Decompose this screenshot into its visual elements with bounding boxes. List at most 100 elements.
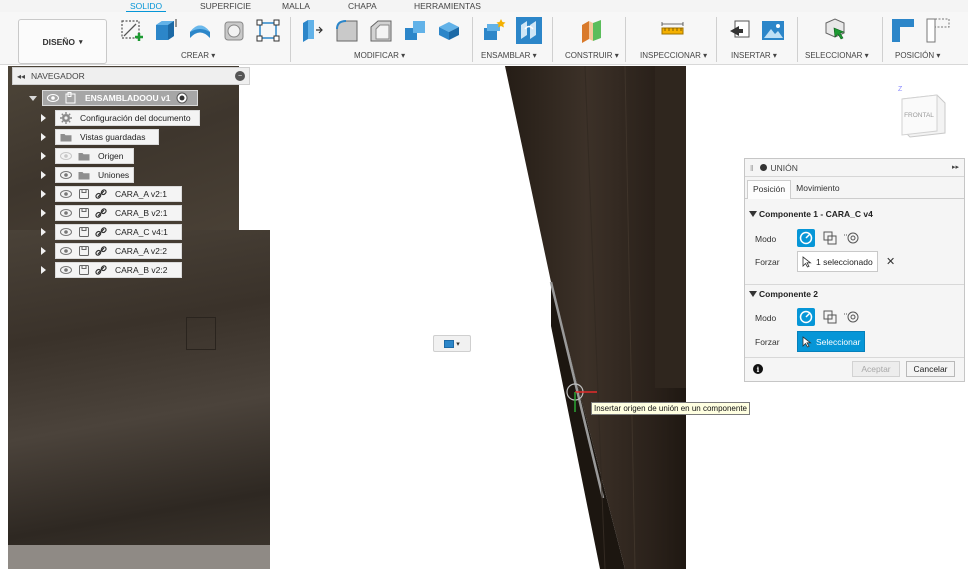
mode-simple-icon[interactable] — [797, 308, 815, 326]
create-sketch-icon[interactable] — [119, 17, 145, 44]
insert-image-icon[interactable] — [760, 17, 786, 44]
folder-icon — [60, 134, 72, 142]
viewcube[interactable]: FRONTAL Z — [897, 85, 947, 140]
visibility-eye-icon[interactable] — [60, 228, 72, 236]
expand-chevron-icon[interactable] — [41, 152, 46, 160]
collapse-icon[interactable]: ◂◂ — [17, 72, 25, 81]
visibility-eye-icon[interactable] — [60, 209, 72, 217]
clear-selection-icon[interactable]: ✕ — [886, 255, 895, 268]
activate-radio-icon[interactable] — [176, 92, 188, 104]
drag-handle-icon[interactable]: ‖ — [750, 163, 754, 173]
mode-center-icon[interactable] — [843, 308, 861, 326]
group-construir[interactable]: CONSTRUIR ▾ — [565, 51, 619, 60]
chamfer-icon[interactable] — [368, 17, 394, 44]
model-body-right[interactable] — [505, 66, 686, 569]
tab-posicion[interactable]: Posición — [747, 180, 792, 199]
model-body-left[interactable] — [8, 230, 270, 569]
component-1-selection[interactable]: 1 seleccionado — [797, 251, 878, 272]
new-component-icon[interactable] — [481, 17, 507, 44]
tab-chapa[interactable]: CHAPA — [348, 1, 377, 11]
divider — [290, 17, 291, 62]
browser-item[interactable]: Uniones — [55, 167, 134, 183]
visibility-eye-icon[interactable] — [47, 94, 59, 102]
model-body-left-base[interactable] — [8, 545, 270, 569]
move-copy-icon[interactable] — [436, 17, 462, 44]
component-icon — [79, 227, 89, 237]
shell-icon[interactable] — [221, 17, 247, 44]
visibility-eye-icon[interactable] — [60, 152, 72, 160]
tooltip: Insertar origen de unión en un component… — [591, 402, 750, 415]
browser-item-label: CARA_B v2:1 — [115, 208, 168, 218]
group-posicion[interactable]: POSICIÓN ▾ — [895, 51, 940, 60]
group-seleccionar[interactable]: SELECCIONAR ▾ — [805, 51, 869, 60]
force-label: Forzar — [755, 257, 780, 267]
browser-root-label: ENSAMBLADOOU v1 — [85, 93, 171, 103]
insert-derive-icon[interactable] — [727, 17, 753, 44]
group-ensamblar[interactable]: ENSAMBLAR ▾ — [481, 51, 537, 60]
revert-position-icon[interactable] — [925, 17, 951, 44]
expand-chevron-icon[interactable] — [41, 228, 46, 236]
ok-button[interactable]: Aceptar — [852, 361, 900, 377]
tab-movimiento[interactable]: Movimiento — [791, 180, 844, 199]
expand-chevron-icon[interactable] — [41, 266, 46, 274]
dialog-status-icon — [759, 164, 767, 171]
tab-herramientas[interactable]: HERRAMIENTAS — [414, 1, 481, 11]
expand-chevron-icon[interactable] — [41, 133, 46, 141]
visibility-eye-icon[interactable] — [60, 171, 72, 179]
press-pull-icon[interactable] — [299, 17, 325, 44]
mode-between-icon[interactable] — [821, 308, 839, 326]
info-icon[interactable]: i — [753, 364, 763, 374]
browser-item[interactable]: CARA_A v2:2 — [55, 243, 182, 259]
measure-icon[interactable] — [659, 17, 685, 44]
rectangle-pattern-icon[interactable] — [255, 17, 281, 44]
workspace-label: DISEÑO — [42, 36, 76, 47]
group-insertar[interactable]: INSERTAR ▾ — [731, 51, 777, 60]
expand-chevron-icon[interactable] — [41, 209, 46, 217]
visibility-eye-icon[interactable] — [60, 247, 72, 255]
construction-plane-icon[interactable] — [579, 17, 605, 44]
section-collapse-icon[interactable] — [749, 211, 757, 217]
component-2-selection-text: Seleccionar — [816, 336, 861, 347]
joint-icon[interactable] — [516, 17, 542, 44]
visibility-eye-icon[interactable] — [60, 190, 72, 198]
browser-item[interactable]: Vistas guardadas — [55, 129, 159, 145]
expand-chevron-icon[interactable] — [29, 96, 37, 101]
browser-item[interactable]: CARA_C v4:1 — [55, 224, 182, 240]
display-settings-mini-toolbar[interactable]: ▾ — [433, 335, 471, 352]
expand-chevron-icon[interactable] — [41, 171, 46, 179]
expand-chevron-icon[interactable] — [41, 114, 46, 122]
section-collapse-icon[interactable] — [749, 291, 757, 297]
workspace-switcher-button[interactable]: DISEÑO ▾ — [18, 19, 107, 64]
extrude-icon[interactable] — [152, 17, 178, 44]
component-1-title: Componente 1 - CARA_C v4 — [759, 209, 873, 219]
select-icon[interactable] — [822, 17, 848, 44]
expand-chevron-icon[interactable] — [41, 190, 46, 198]
combine-icon[interactable] — [402, 17, 428, 44]
expand-dialog-icon[interactable]: ▸▸ — [952, 163, 959, 171]
cancel-button[interactable]: Cancelar — [906, 361, 955, 377]
mode-simple-icon[interactable] — [797, 229, 815, 247]
group-crear[interactable]: CREAR ▾ — [181, 51, 215, 60]
browser-close-icon[interactable]: − — [235, 71, 245, 81]
expand-chevron-icon[interactable] — [41, 247, 46, 255]
browser-item[interactable]: CARA_B v2:2 — [55, 262, 182, 278]
tab-malla[interactable]: MALLA — [282, 1, 310, 11]
component-2-selection[interactable]: Seleccionar — [797, 331, 866, 352]
browser-item[interactable]: CARA_A v2:1 — [55, 186, 182, 202]
tab-solido[interactable]: SOLIDO — [125, 1, 167, 13]
ribbon-tabs: SOLIDO SUPERFICIE MALLA CHAPA HERRAMIENT… — [0, 0, 968, 13]
fillet-icon[interactable] — [334, 17, 360, 44]
tab-superficie[interactable]: SUPERFICIE — [200, 1, 251, 11]
mode-between-icon[interactable] — [821, 229, 839, 247]
capture-position-icon[interactable] — [890, 17, 916, 44]
browser-item[interactable]: Configuración del documento — [55, 110, 200, 126]
visibility-eye-icon[interactable] — [60, 266, 72, 274]
group-modificar[interactable]: MODIFICAR ▾ — [354, 51, 405, 60]
component-icon — [79, 265, 89, 275]
revolve-icon[interactable] — [187, 17, 213, 44]
browser-item[interactable]: Origen — [55, 148, 134, 164]
group-inspeccionar[interactable]: INSPECCIONAR ▾ — [640, 51, 707, 60]
mode-center-icon[interactable] — [843, 229, 861, 247]
browser-root-row[interactable]: ENSAMBLADOOU v1 — [42, 90, 198, 106]
browser-item[interactable]: CARA_B v2:1 — [55, 205, 182, 221]
